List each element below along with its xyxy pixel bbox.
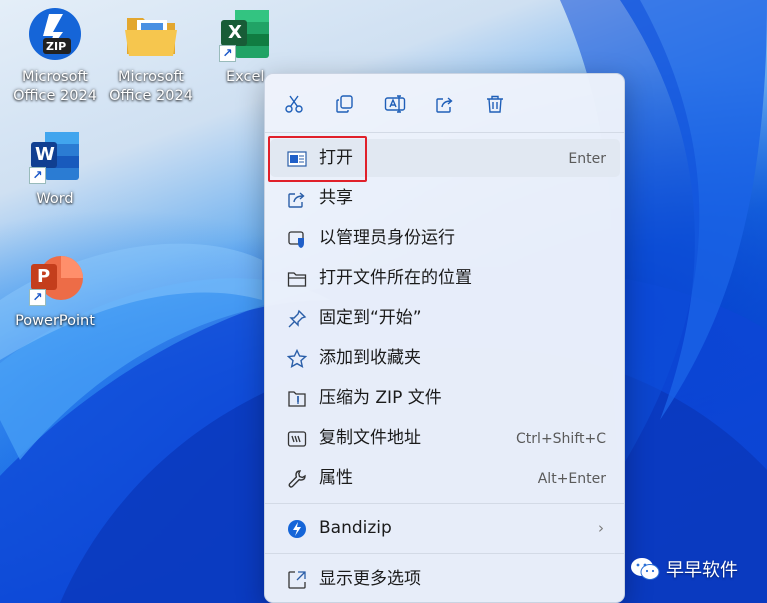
wechat-icon bbox=[631, 558, 660, 580]
more-options-icon bbox=[287, 570, 307, 590]
menu-item-show-more-options[interactable]: 显示更多选项 bbox=[270, 560, 620, 598]
delete-icon bbox=[487, 95, 503, 113]
powerpoint-icon: P ↗ bbox=[27, 250, 83, 306]
shortcut-arrow-icon: ↗ bbox=[29, 289, 46, 306]
watermark-text: 早早软件 bbox=[666, 560, 738, 581]
desktop-icon-label: Microsoft Office 2024 bbox=[13, 69, 97, 104]
folder-icon bbox=[287, 269, 307, 289]
menu-item-bandizip[interactable]: Bandizip › bbox=[270, 509, 620, 547]
menu-item-label: 以管理员身份运行 bbox=[319, 228, 455, 248]
menu-item-label: 复制文件地址 bbox=[319, 428, 421, 448]
menu-item-shortcut: Ctrl+Shift+C bbox=[516, 431, 606, 447]
menu-item-label: 打开文件所在的位置 bbox=[319, 268, 472, 288]
menu-item-label: 固定到“开始” bbox=[319, 308, 422, 328]
zip-icon bbox=[287, 389, 307, 409]
desktop-icon-label: Microsoft Office 2024 bbox=[109, 69, 193, 104]
menu-item-add-to-favorites[interactable]: 添加到收藏夹 bbox=[270, 339, 620, 377]
menu-item-label: 属性 bbox=[319, 468, 353, 488]
menu-item-open-file-location[interactable]: 打开文件所在的位置 bbox=[270, 259, 620, 297]
copy-icon bbox=[336, 95, 353, 113]
word-icon: W ↗ bbox=[27, 128, 83, 184]
menu-item-copy-as-path[interactable]: 复制文件地址 Ctrl+Shift+C bbox=[270, 419, 620, 457]
desktop-icon-office-zip[interactable]: ZIP Microsoft Office 2024 bbox=[8, 6, 102, 106]
menu-item-shortcut: Alt+Enter bbox=[537, 471, 606, 487]
share-button[interactable] bbox=[431, 90, 459, 118]
menu-item-pin-to-start[interactable]: 固定到“开始” bbox=[270, 299, 620, 337]
zip-archive-icon: ZIP bbox=[27, 6, 83, 62]
watermark: 早早软件 bbox=[630, 556, 738, 582]
wrench-icon bbox=[287, 469, 307, 489]
bandizip-icon bbox=[287, 519, 307, 539]
menu-separator bbox=[265, 132, 624, 133]
menu-item-label: 压缩为 ZIP 文件 bbox=[319, 388, 442, 408]
desktop-icon-word[interactable]: W ↗ Word bbox=[8, 128, 102, 209]
excel-icon: X ↗ bbox=[217, 6, 273, 62]
menu-item-run-as-admin[interactable]: 以管理员身份运行 bbox=[270, 219, 620, 257]
menu-item-shortcut: Enter bbox=[568, 151, 606, 167]
shortcut-arrow-icon: ↗ bbox=[29, 167, 46, 184]
menu-item-label: 显示更多选项 bbox=[319, 569, 421, 589]
shortcut-arrow-icon: ↗ bbox=[219, 45, 236, 62]
menu-item-label: Bandizip bbox=[319, 518, 392, 538]
cut-button[interactable] bbox=[280, 90, 308, 118]
menu-item-share[interactable]: 共享 bbox=[270, 179, 620, 217]
desktop-icon-label: PowerPoint bbox=[15, 313, 95, 329]
rename-icon bbox=[384, 95, 406, 113]
rename-button[interactable] bbox=[381, 90, 409, 118]
copy-button[interactable] bbox=[331, 90, 359, 118]
menu-item-properties[interactable]: 属性 Alt+Enter bbox=[270, 459, 620, 497]
powerpoint-letter: P bbox=[37, 266, 51, 287]
zip-badge: ZIP bbox=[46, 40, 67, 53]
menu-separator bbox=[265, 553, 624, 554]
share-icon bbox=[436, 97, 453, 113]
cut-icon bbox=[285, 95, 303, 113]
folder-icon bbox=[123, 6, 179, 62]
quick-action-bar bbox=[265, 74, 624, 132]
excel-letter: X bbox=[228, 22, 242, 43]
menu-item-compress-zip[interactable]: 压缩为 ZIP 文件 bbox=[270, 379, 620, 417]
menu-item-label: 添加到收藏夹 bbox=[319, 348, 421, 368]
highlight-box bbox=[268, 136, 367, 182]
desktop: ZIP Microsoft Office 2024 Microsoft Offi… bbox=[0, 0, 767, 603]
pin-icon bbox=[287, 309, 307, 329]
word-letter: W bbox=[35, 144, 55, 165]
menu-item-label: 共享 bbox=[319, 188, 353, 208]
chevron-right-icon: › bbox=[598, 519, 604, 537]
desktop-icon-office-folder[interactable]: Microsoft Office 2024 bbox=[104, 6, 198, 106]
copy-path-icon bbox=[287, 429, 307, 449]
delete-button[interactable] bbox=[481, 90, 509, 118]
admin-shield-icon bbox=[287, 229, 307, 249]
star-icon bbox=[287, 349, 307, 369]
desktop-icon-label: Word bbox=[36, 191, 74, 207]
desktop-icon-powerpoint[interactable]: P ↗ PowerPoint bbox=[8, 250, 102, 331]
menu-separator bbox=[265, 503, 624, 504]
share-icon bbox=[287, 189, 307, 209]
